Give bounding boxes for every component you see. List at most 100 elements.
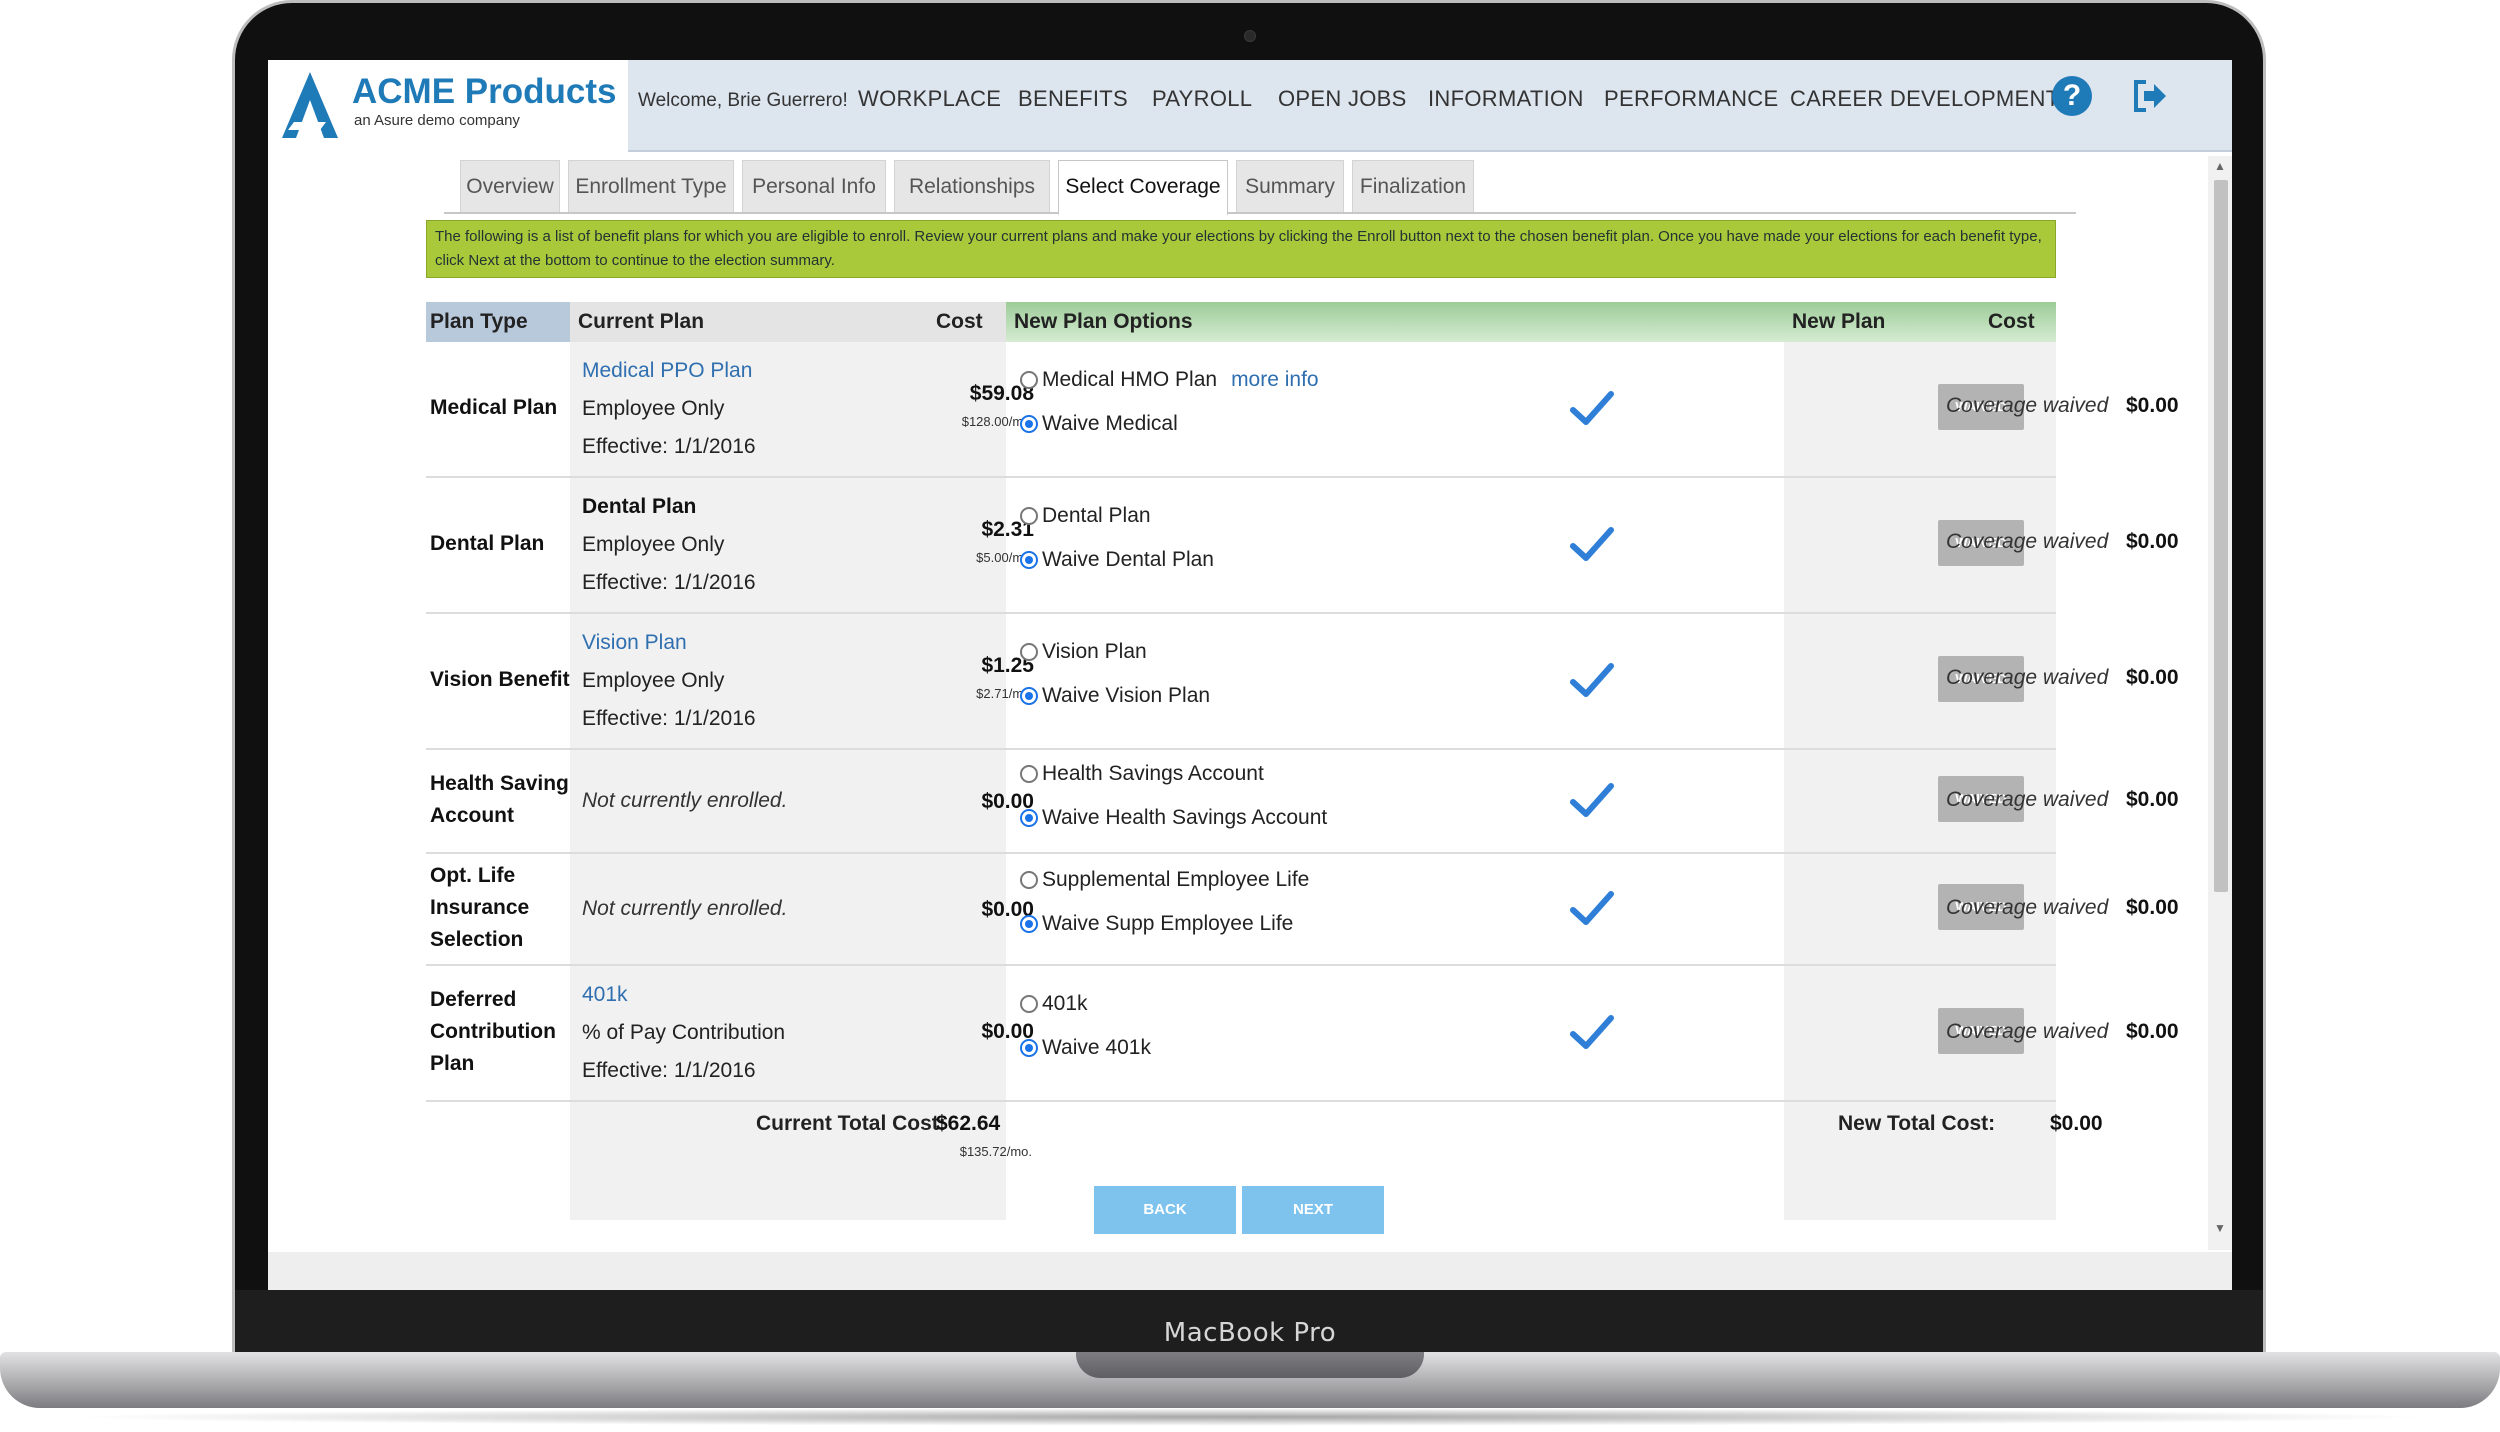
plan-type: Deferred Contribution Plan	[430, 988, 556, 1075]
header-plan-type: Plan Type	[426, 302, 570, 342]
current-cost-monthly: $5.00/mo.	[976, 550, 1034, 565]
option-waive[interactable]: Waive Dental Plan	[1020, 548, 1214, 572]
logo[interactable]: ACME Products an Asure demo company	[268, 60, 628, 152]
current-plan-coverage: Employee Only	[582, 397, 725, 420]
scroll-up-icon[interactable]: ▲	[2212, 158, 2228, 174]
current-plan-coverage: Employee Only	[582, 669, 725, 692]
radio-button-selected[interactable]	[1020, 915, 1038, 933]
current-cost: $1.25	[981, 654, 1034, 677]
radio-button[interactable]	[1020, 643, 1038, 661]
new-cost: $0.00	[2126, 530, 2179, 553]
current-cost: $0.00	[981, 1020, 1034, 1043]
not-enrolled-text: Not currently enrolled.	[582, 897, 788, 920]
laptop-notch	[1076, 1352, 1424, 1378]
current-cost: $59.08	[969, 382, 1034, 405]
enrollment-tabs: Overview Enrollment Type Personal Info R…	[444, 160, 2076, 216]
nav-career-development[interactable]: CAREER DEVELOPMENT	[1790, 86, 2059, 112]
current-plan-link[interactable]: 401k	[582, 976, 785, 1014]
option-waive[interactable]: Waive Health Savings Account	[1020, 806, 1327, 830]
option-waive[interactable]: Waive 401k	[1020, 1036, 1151, 1060]
current-total-monthly: $135.72/mo.	[959, 1144, 1032, 1159]
checkmark-icon	[1570, 783, 1614, 817]
current-cost: $0.00	[981, 898, 1034, 921]
current-plan: Vision Plan Employee Only Effective: 1/1…	[582, 624, 756, 738]
header-new-cost: Cost	[1988, 310, 2035, 333]
option-enroll[interactable]: Medical HMO Plan more info	[1020, 368, 1319, 392]
current-plan-effective: Effective: 1/1/2016	[582, 707, 756, 730]
radio-button-selected[interactable]	[1020, 809, 1038, 827]
header-cost: Cost	[936, 310, 983, 333]
tab-summary[interactable]: Summary	[1236, 160, 1344, 212]
option-waive[interactable]: Waive Vision Plan	[1020, 684, 1210, 708]
tab-personal-info[interactable]: Personal Info	[742, 160, 886, 212]
device-label: MacBook Pro	[1163, 1318, 1337, 1348]
nav-benefits[interactable]: BENEFITS	[1018, 86, 1128, 112]
top-navigation-bar: ACME Products an Asure demo company Welc…	[268, 60, 2232, 152]
new-cost: $0.00	[2126, 394, 2179, 417]
tab-enrollment-type[interactable]: Enrollment Type	[568, 160, 734, 212]
tab-relationships[interactable]: Relationships	[894, 160, 1050, 212]
table-row: Deferred Contribution Plan 401k % of Pay…	[426, 966, 2179, 1102]
new-plan-status: Coverage waived	[1946, 788, 2109, 811]
option-enroll[interactable]: Vision Plan	[1020, 640, 1147, 664]
not-enrolled-text: Not currently enrolled.	[582, 789, 788, 812]
current-plan-effective: Effective: 1/1/2016	[582, 1059, 756, 1082]
scrollbar-thumb[interactable]	[2214, 180, 2228, 892]
next-button[interactable]: NEXT	[1242, 1186, 1384, 1234]
current-plan-effective: Effective: 1/1/2016	[582, 571, 756, 594]
logo-name: ACME Products	[352, 72, 617, 111]
current-total-label: Current Total Cost:	[756, 1112, 946, 1135]
nav-performance[interactable]: PERFORMANCE	[1604, 86, 1778, 112]
table-row: Medical Plan Medical PPO Plan Employee O…	[426, 342, 2179, 478]
plan-type: Medical Plan	[430, 396, 558, 419]
acme-logo-icon	[282, 72, 338, 138]
nav-information[interactable]: INFORMATION	[1428, 86, 1584, 112]
plan-type: Opt. Life Insurance Selection	[430, 864, 530, 951]
camera-icon	[1244, 30, 1256, 42]
option-enroll[interactable]: Dental Plan	[1020, 504, 1151, 528]
tab-select-coverage[interactable]: Select Coverage	[1058, 160, 1228, 216]
option-waive[interactable]: Waive Medical	[1020, 412, 1178, 436]
checkmark-icon	[1570, 1015, 1614, 1049]
new-cost: $0.00	[2126, 666, 2179, 689]
back-button[interactable]: BACK	[1094, 1186, 1236, 1234]
new-plan-status: Coverage waived	[1946, 666, 2109, 689]
current-plan-link[interactable]: Vision Plan	[582, 624, 756, 662]
new-cost: $0.00	[2126, 1020, 2179, 1043]
current-total-value: $62.64	[936, 1112, 1001, 1135]
option-enroll[interactable]: Health Savings Account	[1020, 762, 1264, 786]
help-icon[interactable]: ?	[2052, 76, 2092, 116]
radio-button[interactable]	[1020, 371, 1038, 389]
nav-payroll[interactable]: PAYROLL	[1152, 86, 1252, 112]
current-plan: Medical PPO Plan Employee Only Effective…	[582, 352, 756, 466]
radio-button-selected[interactable]	[1020, 415, 1038, 433]
new-plan-status: Coverage waived	[1946, 1020, 2109, 1043]
checkmark-icon	[1570, 391, 1614, 425]
logo-subtitle: an Asure demo company	[354, 112, 520, 129]
current-plan: Not currently enrolled.	[582, 782, 787, 820]
current-plan-link[interactable]: Medical PPO Plan	[582, 352, 756, 390]
nav-open-jobs[interactable]: OPEN JOBS	[1278, 86, 1407, 112]
radio-button-selected[interactable]	[1020, 551, 1038, 569]
option-enroll[interactable]: 401k	[1020, 992, 1088, 1016]
radio-button[interactable]	[1020, 507, 1038, 525]
option-enroll[interactable]: Supplemental Employee Life	[1020, 868, 1309, 892]
more-info-link[interactable]: more info	[1231, 368, 1319, 392]
radio-button-selected[interactable]	[1020, 1039, 1038, 1057]
tab-overview[interactable]: Overview	[460, 160, 560, 212]
radio-button[interactable]	[1020, 995, 1038, 1013]
radio-button[interactable]	[1020, 871, 1038, 889]
radio-button-selected[interactable]	[1020, 687, 1038, 705]
tab-finalization[interactable]: Finalization	[1352, 160, 1474, 212]
current-cost-monthly: $2.71/mo.	[976, 686, 1034, 701]
logout-icon[interactable]	[2130, 76, 2170, 116]
new-cost: $0.00	[2126, 896, 2179, 919]
new-total-value: $0.00	[2050, 1112, 2103, 1135]
checkmark-icon	[1570, 527, 1614, 561]
scroll-down-icon[interactable]: ▼	[2212, 1220, 2228, 1236]
nav-workplace[interactable]: WORKPLACE	[858, 86, 1001, 112]
page-footer	[268, 1252, 2232, 1290]
radio-button[interactable]	[1020, 765, 1038, 783]
option-waive[interactable]: Waive Supp Employee Life	[1020, 912, 1293, 936]
table-row: Opt. Life Insurance Selection Not curren…	[426, 854, 2179, 966]
